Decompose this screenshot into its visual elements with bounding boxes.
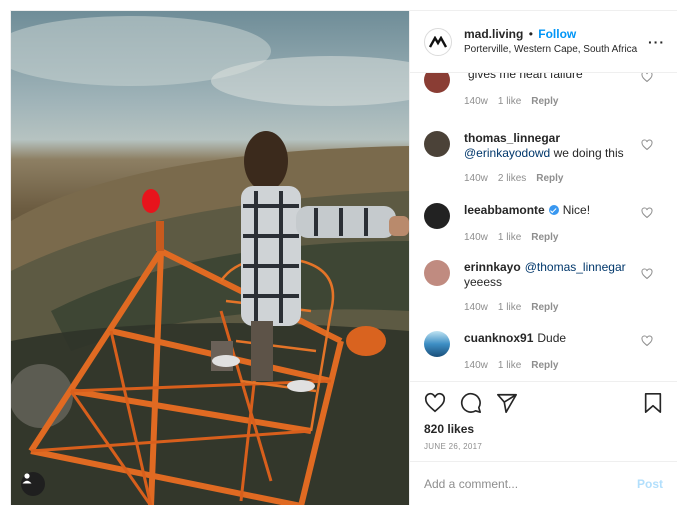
- comment-age[interactable]: 140w: [464, 96, 488, 107]
- comment-text: we doing this: [553, 146, 624, 160]
- add-comment-bar: Post: [410, 461, 677, 505]
- like-comment-heart-icon[interactable]: [641, 207, 653, 219]
- comment-text: Dude: [537, 331, 567, 345]
- like-comment-heart-icon[interactable]: [641, 139, 653, 151]
- comment-meta: 140w 1 like Reply: [464, 358, 663, 373]
- separator-dot: •: [528, 26, 533, 41]
- likes-count[interactable]: 820 likes: [424, 422, 474, 436]
- like-comment-heart-icon[interactable]: [641, 268, 653, 280]
- comment-text: Nice!: [562, 203, 591, 217]
- header-username-row: mad.living • Follow: [464, 27, 648, 42]
- header-text: mad.living • Follow Porterville, Western…: [464, 27, 648, 57]
- comment-age[interactable]: 140w: [464, 232, 488, 243]
- comment-bubble-icon[interactable]: [460, 392, 482, 414]
- commenter-avatar[interactable]: [424, 73, 450, 93]
- account-username[interactable]: mad.living: [464, 27, 523, 41]
- follow-button[interactable]: Follow: [538, 27, 576, 41]
- comment-age[interactable]: 140w: [464, 360, 488, 371]
- comment-username[interactable]: erinnkayo: [464, 260, 521, 274]
- comment-likes[interactable]: 1 like: [498, 302, 521, 313]
- instagram-post: mad.living • Follow Porterville, Western…: [10, 10, 677, 505]
- comment-item: leeabbamonte Nice! 140w 1 like Reply: [424, 203, 663, 245]
- reply-button[interactable]: Reply: [531, 96, 558, 107]
- comment-item: gives me heart failure 140w 1 like Reply: [424, 73, 663, 109]
- comment-likes[interactable]: 2 likes: [498, 173, 526, 184]
- reply-button[interactable]: Reply: [531, 360, 558, 371]
- comment-likes[interactable]: 1 like: [498, 96, 521, 107]
- comment-item: thomas_linnegar @erinkayodowd we doing t…: [424, 131, 663, 186]
- comment-meta: 140w 1 like Reply: [464, 230, 663, 245]
- comment-text: yeeess: [464, 275, 503, 289]
- reply-button[interactable]: Reply: [531, 232, 558, 243]
- reply-button[interactable]: Reply: [531, 302, 558, 313]
- commenter-avatar[interactable]: [424, 131, 450, 157]
- like-comment-heart-icon[interactable]: [641, 335, 653, 347]
- post-actions-section: 820 likes JUNE 26, 2017: [410, 381, 677, 461]
- more-options-button[interactable]: ···: [648, 34, 665, 50]
- comment-mention[interactable]: @erinkayodowd: [464, 146, 550, 160]
- tagged-user-icon[interactable]: [21, 472, 45, 496]
- post-date[interactable]: JUNE 26, 2017: [424, 442, 482, 451]
- comment-username[interactable]: thomas_linnegar: [464, 131, 560, 145]
- save-bookmark-icon[interactable]: [643, 392, 663, 414]
- comments-list[interactable]: gives me heart failure 140w 1 like Reply t…: [410, 73, 677, 381]
- mad-living-logo-icon: [429, 35, 447, 48]
- account-avatar[interactable]: [424, 27, 452, 56]
- comment-mention[interactable]: @thomas_linnegar: [525, 260, 626, 274]
- comment-meta: 140w 1 like Reply: [464, 300, 663, 315]
- comment-meta: 140w 2 likes Reply: [464, 171, 663, 186]
- comment-age[interactable]: 140w: [464, 173, 488, 184]
- post-comment-button[interactable]: Post: [637, 477, 663, 491]
- comment-age[interactable]: 140w: [464, 302, 488, 313]
- like-comment-heart-icon[interactable]: [641, 73, 653, 83]
- verified-badge-icon: [548, 205, 559, 215]
- comment-username[interactable]: cuanknox91: [464, 331, 533, 345]
- commenter-avatar[interactable]: [424, 331, 450, 357]
- post-actions: [424, 392, 532, 414]
- comment-username[interactable]: leeabbamonte: [464, 203, 545, 217]
- tower-selfie-photo: [11, 16, 409, 505]
- post-side-panel: mad.living • Follow Porterville, Western…: [409, 11, 677, 505]
- comment-likes[interactable]: 1 like: [498, 232, 521, 243]
- commenter-avatar[interactable]: [424, 203, 450, 229]
- commenter-avatar[interactable]: [424, 260, 450, 286]
- comment-meta: 140w 1 like Reply: [464, 94, 663, 109]
- comment-text: gives me heart failure: [468, 73, 583, 81]
- comment-item: erinnkayo @thomas_linnegar yeeess 140w 1 l…: [424, 260, 663, 315]
- post-header: mad.living • Follow Porterville, Western…: [410, 11, 677, 73]
- share-paper-plane-icon[interactable]: [496, 392, 518, 414]
- like-heart-icon[interactable]: [424, 392, 446, 414]
- add-comment-input[interactable]: [424, 476, 637, 491]
- reply-button[interactable]: Reply: [536, 173, 563, 184]
- post-photo[interactable]: [11, 11, 409, 505]
- post-location[interactable]: Porterville, Western Cape, South Africa: [464, 42, 648, 57]
- comment-likes[interactable]: 1 like: [498, 360, 521, 371]
- comment-item: cuanknox91 Dude 140w 1 like Reply: [424, 331, 663, 373]
